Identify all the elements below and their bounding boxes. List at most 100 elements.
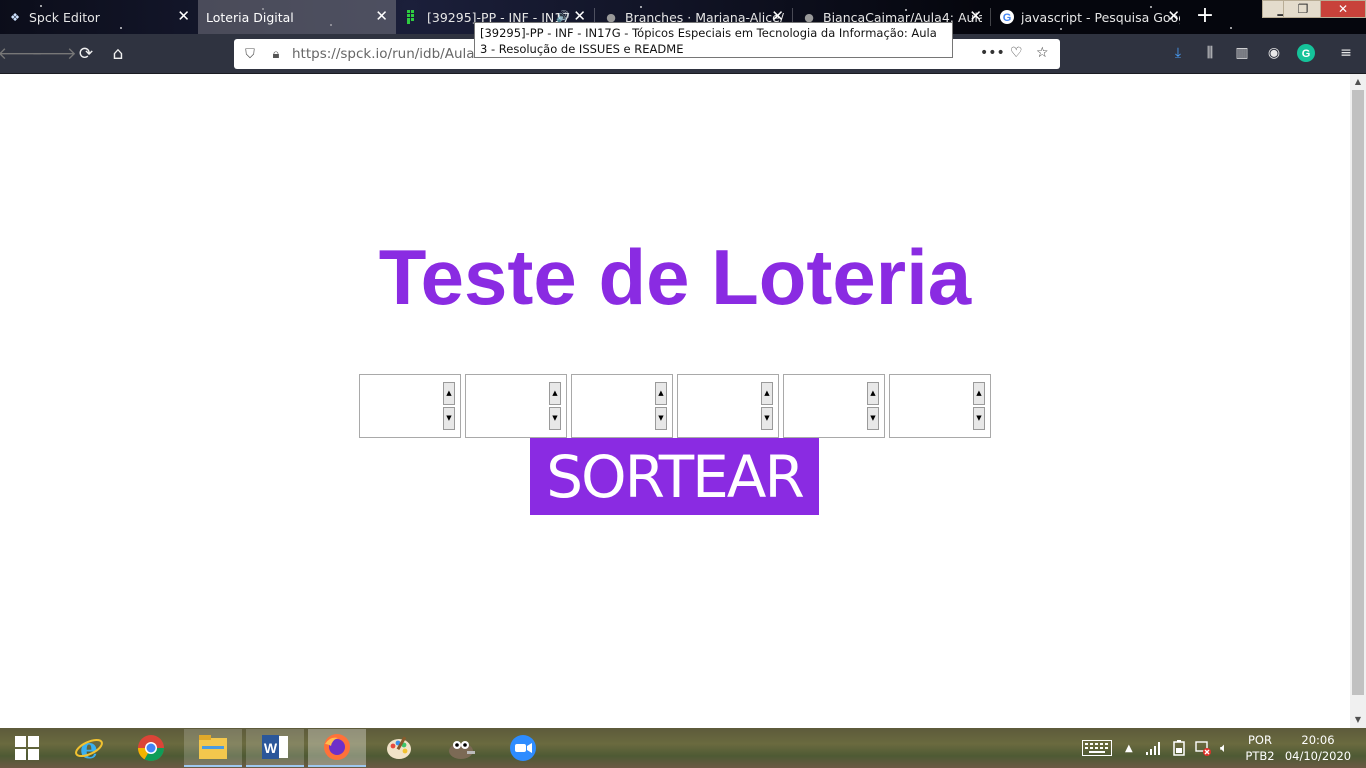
zoom-button[interactable] [494,729,552,767]
gimp-icon [449,741,475,759]
internet-explorer-button[interactable]: e [60,729,118,767]
sidebar-icon[interactable]: ▥ [1232,43,1252,63]
spin-down-icon[interactable]: ▼ [655,407,667,430]
spin-down-icon[interactable]: ▼ [973,407,985,430]
paint-button[interactable] [370,729,428,767]
number-spinner[interactable]: ▲ ▼ [443,382,455,430]
touch-keyboard-icon[interactable] [1082,728,1112,768]
keyboard-layout: PTB2 [1245,749,1275,763]
home-icon[interactable]: ⌂ [106,42,130,66]
account-icon[interactable]: ◉ [1264,43,1284,63]
network-signal-icon[interactable] [1146,728,1162,768]
bookmark-star-icon[interactable]: ☆ [1036,45,1049,61]
tab-google-search[interactable]: G javascript - Pesquisa Goog ✕ [992,0,1188,34]
tab-label: Spck Editor [29,9,100,25]
scrollbar-thumb[interactable] [1352,90,1364,695]
spin-down-icon[interactable]: ▼ [867,407,879,430]
zoom-icon [510,735,536,761]
svg-text:e: e [80,733,98,763]
system-clock[interactable]: 20:06 04/10/2020 [1278,732,1358,764]
spin-up-icon[interactable]: ▲ [973,382,985,405]
tab-loteria-digital[interactable]: Loteria Digital ✕ [198,0,396,34]
grammarly-icon[interactable]: G [1296,43,1316,63]
back-arrow-icon[interactable]: 🡐 [0,42,43,66]
tab-tooltip: [39295]-PP - INF - IN17G - Tópicos Espec… [474,22,953,58]
windows-logo-icon [15,736,39,760]
firefox-button[interactable] [308,729,366,767]
vertical-scrollbar[interactable]: ▲ ▼ [1350,74,1366,728]
tab-spck-editor[interactable]: ❖ Spck Editor ✕ [0,0,198,34]
shield-icon[interactable]: ⛉ [240,47,260,62]
close-icon[interactable]: ✕ [375,9,388,24]
volume-icon[interactable]: 🔈︎ [1220,728,1228,768]
spck-icon: ❖ [10,10,20,24]
number-input-5[interactable]: ▲ ▼ [783,374,885,438]
spin-down-icon[interactable]: ▼ [761,407,773,430]
number-input-1[interactable]: ▲ ▼ [359,374,461,438]
restore-button[interactable]: ❐ [1283,0,1323,18]
lock-icon[interactable]: 🔒︎ [266,47,286,62]
spin-up-icon[interactable]: ▲ [655,382,667,405]
spin-up-icon[interactable]: ▲ [549,382,561,405]
tab-label: javascript - Pesquisa Goog [1021,9,1180,25]
chrome-icon [137,735,165,762]
chevron-up-icon[interactable]: ▲ [1125,728,1133,768]
svg-text:W: W [264,740,278,756]
file-explorer-button[interactable] [184,729,242,767]
close-icon[interactable]: ✕ [177,9,190,24]
number-spinner[interactable]: ▲ ▼ [973,382,985,430]
svg-text:G: G [1302,48,1311,60]
internet-explorer-icon: e [75,733,103,763]
number-input-2[interactable]: ▲ ▼ [465,374,567,438]
tab-label: Loteria Digital [206,9,294,25]
language-indicator[interactable]: POR PTB2 [1240,732,1280,764]
blackboard-icon [406,10,420,24]
google-icon: G [1000,10,1014,24]
number-input-6[interactable]: ▲ ▼ [889,374,991,438]
scroll-up-icon[interactable]: ▲ [1350,74,1366,88]
spin-down-icon[interactable]: ▼ [549,407,561,430]
network-error-icon[interactable] [1195,728,1211,768]
number-spinner[interactable]: ▲ ▼ [867,382,879,430]
tab-divider [990,8,991,26]
windows-taskbar: e W ▲ 🔈︎ POR PTB2 20:06 04/10/2020 [0,728,1366,768]
language-code: POR [1248,733,1272,747]
page-content: Teste de Loteria ▲ ▼ ▲ ▼ ▲ ▼ ▲ ▼ ▲ ▼ ▲ ▼ SORTE… [0,74,1350,728]
word-button[interactable]: W [246,729,304,767]
clock-date: 04/10/2020 [1284,749,1352,763]
new-tab-button[interactable]: + [1194,4,1216,28]
draw-button[interactable]: SORTEAR [530,438,819,515]
scroll-down-icon[interactable]: ▼ [1350,712,1366,726]
close-icon[interactable]: ✕ [1167,9,1180,24]
spin-up-icon[interactable]: ▲ [761,382,773,405]
number-input-4[interactable]: ▲ ▼ [677,374,779,438]
number-spinner[interactable]: ▲ ▼ [655,382,667,430]
library-icon[interactable]: ⫼ [1200,43,1220,63]
clock-time: 20:06 [1301,733,1335,747]
forward-arrow-icon[interactable]: 🡒 [31,42,77,66]
more-actions-icon[interactable]: ••• [980,45,1005,61]
pocket-icon[interactable]: ♡ [1010,45,1023,61]
spin-down-icon[interactable]: ▼ [443,407,455,430]
gimp-button[interactable] [432,729,490,767]
paint-palette-icon [387,736,411,759]
number-inputs: ▲ ▼ ▲ ▼ ▲ ▼ ▲ ▼ ▲ ▼ ▲ ▼ [359,374,991,438]
menu-icon[interactable]: ≡ [1336,43,1356,63]
battery-icon[interactable] [1171,728,1187,768]
download-icon[interactable]: ⤓ [1168,43,1188,63]
word-icon: W [262,735,288,759]
close-icon[interactable]: ✕ [969,9,982,24]
folder-icon [199,735,227,759]
spin-up-icon[interactable]: ▲ [443,382,455,405]
number-spinner[interactable]: ▲ ▼ [761,382,773,430]
page-title: Teste de Loteria [378,233,972,321]
spin-up-icon[interactable]: ▲ [867,382,879,405]
window-close-button[interactable]: ✕ [1320,0,1366,18]
start-button[interactable] [0,729,54,767]
firefox-icon [324,734,350,760]
number-spinner[interactable]: ▲ ▼ [549,382,561,430]
number-input-3[interactable]: ▲ ▼ [571,374,673,438]
svg-text:G: G [1003,12,1012,24]
chrome-button[interactable] [122,729,180,767]
reload-icon[interactable]: ⟳ [74,42,98,66]
